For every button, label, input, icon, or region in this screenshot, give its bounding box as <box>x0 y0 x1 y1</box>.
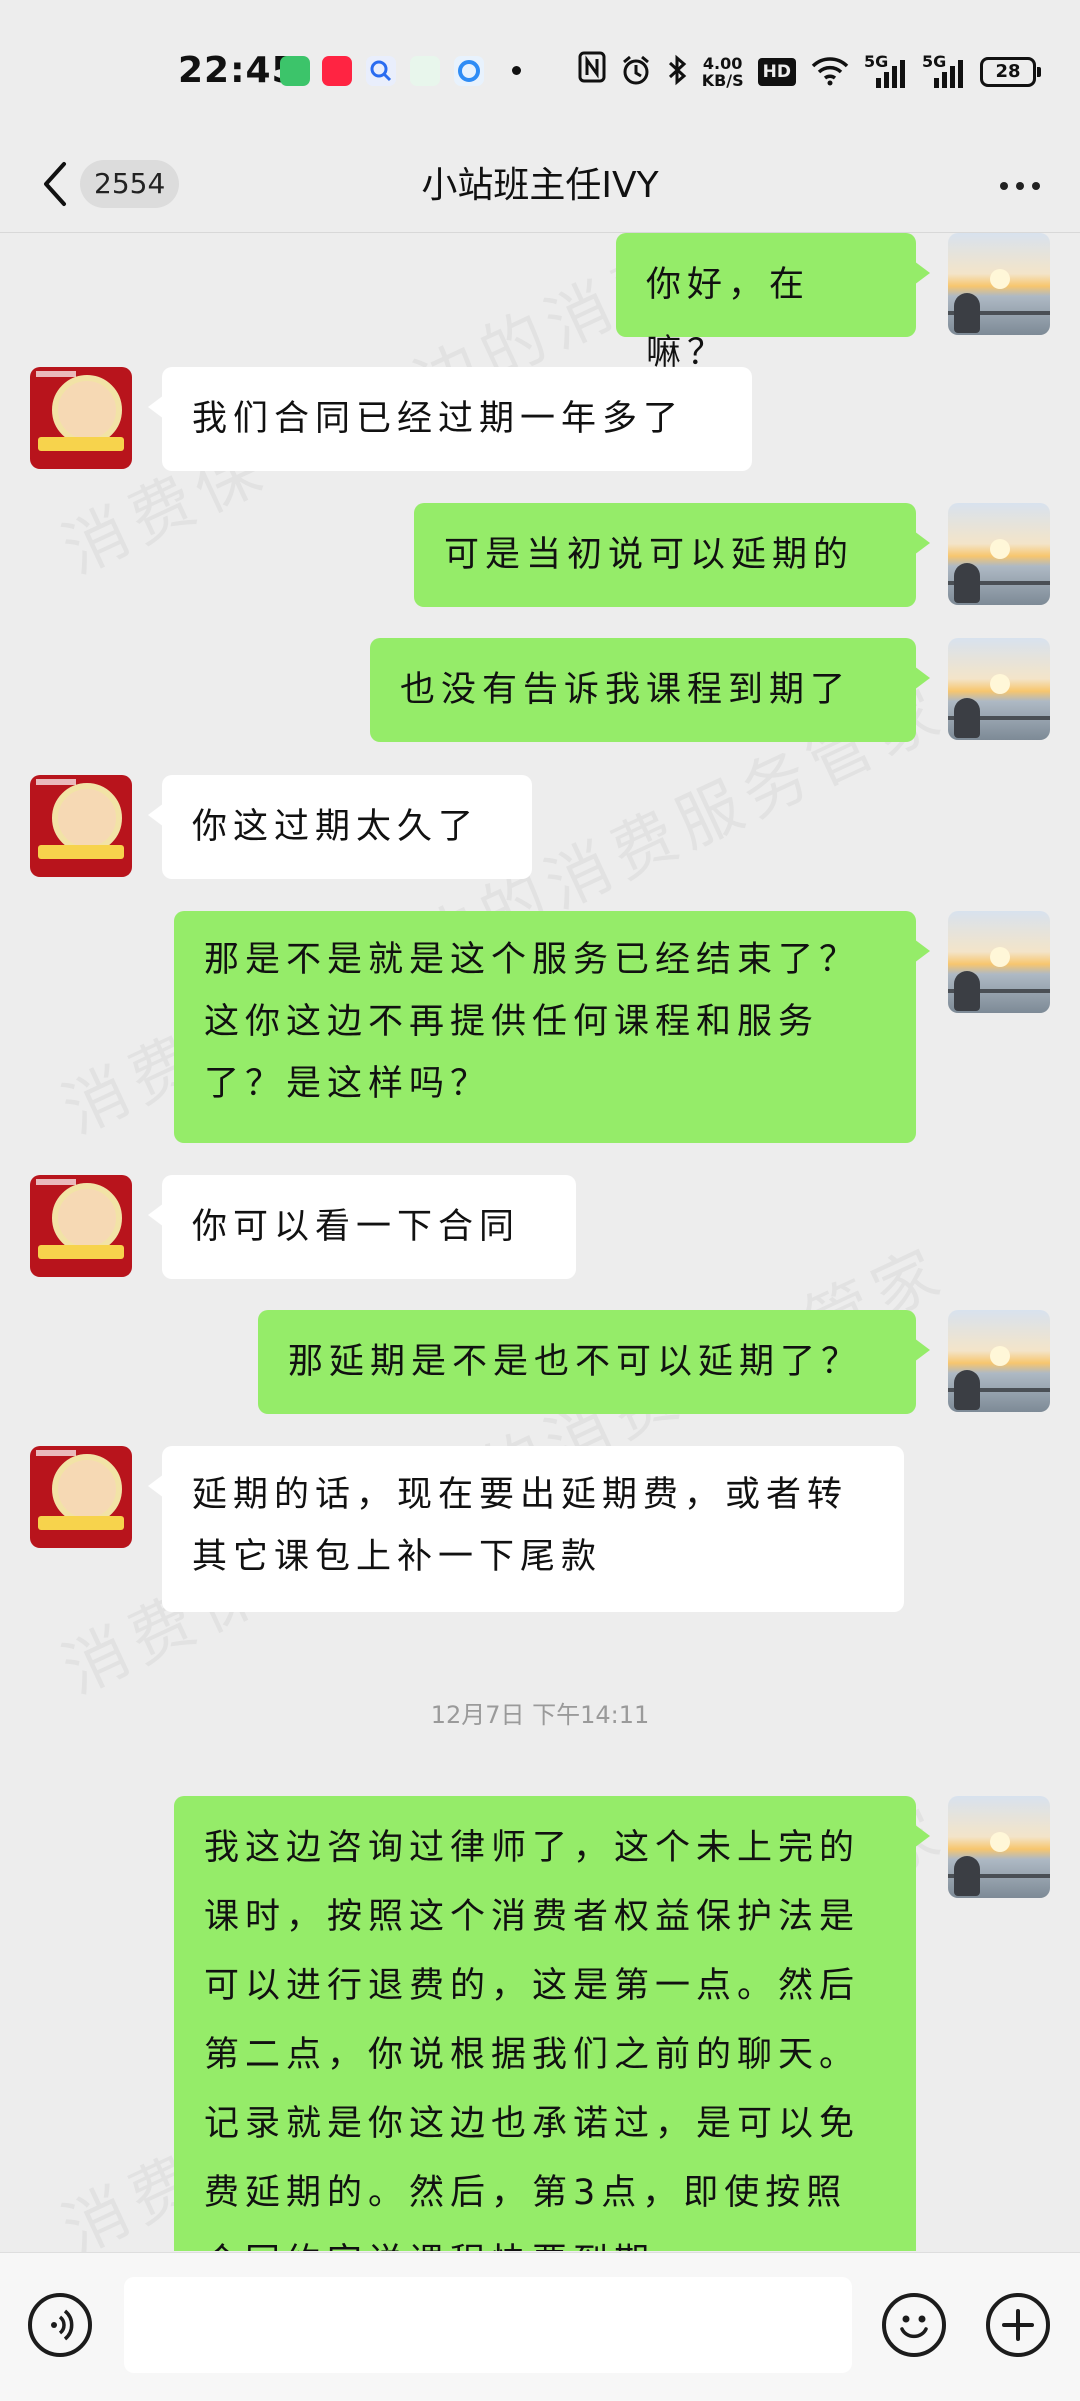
oppo-app-icon <box>410 56 440 86</box>
message-input[interactable] <box>124 2277 852 2373</box>
signal-5g-2: 5G <box>922 52 966 92</box>
hd-badge: HD <box>757 58 796 86</box>
more-dots-icon <box>1000 182 1008 190</box>
unread-count-badge[interactable]: 2554 <box>80 160 180 208</box>
message-bubble-self[interactable]: 那是不是就是这个服务已经结束了？这你这边不再提供任何课程和服务了？是这样吗？ <box>174 911 930 1143</box>
plus-icon <box>1002 2309 1034 2341</box>
wifi-icon <box>810 54 850 90</box>
emoji-icon <box>900 2315 928 2339</box>
emoji-button[interactable] <box>882 2293 946 2357</box>
chat-title: 小站班主任IVY <box>421 165 659 206</box>
self-avatar[interactable] <box>948 503 1050 605</box>
chat-header: 2554 小站班主任IVY <box>0 140 1080 233</box>
self-avatar[interactable] <box>948 911 1050 1013</box>
alarm-icon <box>620 54 652 90</box>
more-dot <box>1016 182 1024 190</box>
network-speed-value: 4.00 <box>702 54 743 73</box>
add-button[interactable] <box>986 2293 1050 2357</box>
self-avatar[interactable] <box>948 1310 1050 1412</box>
network-speed: 4.00 KB/S <box>702 55 744 89</box>
messages-app-icon <box>280 56 310 86</box>
voice-button[interactable] <box>28 2293 92 2357</box>
more-dot <box>1032 182 1040 190</box>
self-avatar[interactable] <box>948 638 1050 740</box>
network-speed-unit: KB/S <box>701 71 744 90</box>
message-bubble-other[interactable]: 你可以看一下合同 <box>148 1175 576 1279</box>
contact-avatar[interactable] <box>30 1446 132 1548</box>
message-bubble-other[interactable]: 我们合同已经过期一年多了 <box>148 367 752 471</box>
message-list[interactable]: 你好，在嘛？ 我们合同已经过期一年多了 可是当初说可以延期的 也没有告诉我课程到… <box>0 233 1080 2251</box>
message-bubble-self[interactable]: 可是当初说可以延期的 <box>414 503 930 607</box>
self-avatar[interactable] <box>948 1796 1050 1898</box>
chevron-left-icon <box>44 162 66 206</box>
message-bubble-other[interactable]: 你这过期太久了 <box>148 775 532 879</box>
signal-5g-1: 5G <box>864 52 908 92</box>
battery-icon: 28 <box>980 57 1041 87</box>
message-bubble-other[interactable]: 延期的话，现在要出延期费，或者转其它课包上补一下尾款 <box>148 1446 904 1612</box>
more-notifications-dot <box>512 66 521 75</box>
signal-bars-icon <box>934 60 963 88</box>
contact-avatar[interactable] <box>30 367 132 469</box>
status-bar: 22:45 4.00 KB/S HD 5G 5G 28 <box>0 0 1080 140</box>
browser-app-icon <box>454 56 484 86</box>
bluetooth-icon <box>666 54 688 90</box>
self-avatar[interactable] <box>948 233 1050 335</box>
signal-bars-icon <box>876 60 905 88</box>
message-timestamp: 12月7日 下午14:11 <box>430 1701 650 1729</box>
message-bubble-self[interactable]: 也没有告诉我课程到期了 <box>370 638 930 742</box>
nfc-icon <box>578 51 606 94</box>
more-button[interactable] <box>990 168 1050 204</box>
chat-input-bar <box>0 2252 1080 2401</box>
message-bubble-self[interactable]: 那延期是不是也不可以延期了？ <box>258 1310 930 1414</box>
message-bubble-self[interactable]: 我这边咨询过律师了，这个未上完的课时，按照这个消费者权益保护法是可以进行退费的，… <box>174 1796 930 2251</box>
contact-avatar[interactable] <box>30 1175 132 1277</box>
status-right: 4.00 KB/S HD 5G 5G 28 <box>578 51 1041 94</box>
message-bubble-self[interactable]: 你好，在嘛？ <box>616 233 930 373</box>
xiaohongshu-app-icon <box>322 56 352 86</box>
contact-avatar[interactable] <box>30 775 132 877</box>
voice-icon <box>51 2309 74 2341</box>
search-app-icon <box>366 56 396 86</box>
